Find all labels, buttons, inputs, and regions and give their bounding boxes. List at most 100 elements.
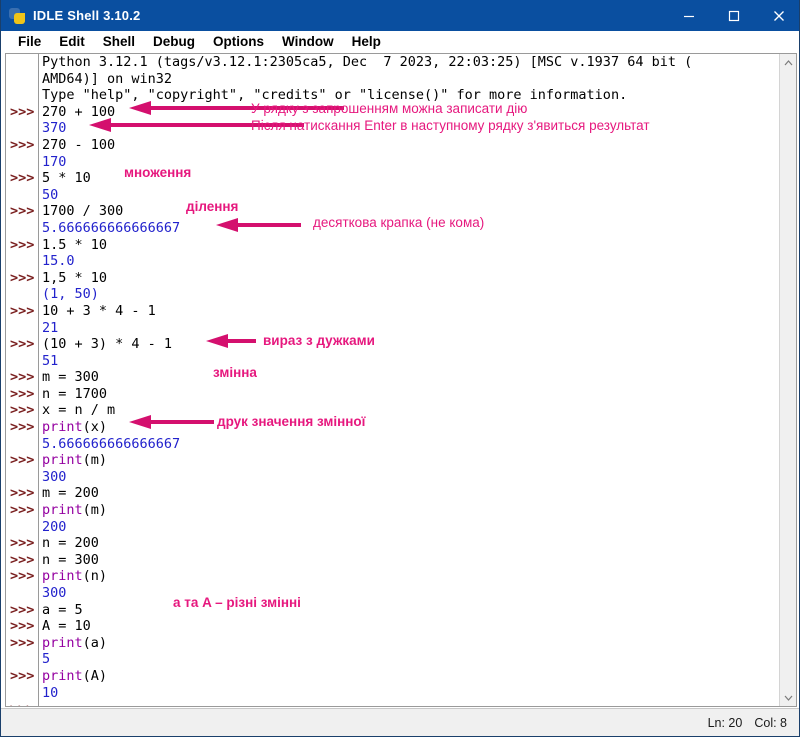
prompt-marker: >>> <box>10 667 35 684</box>
status-line-number: Ln: 20 <box>707 715 743 730</box>
window-title: IDLE Shell 3.10.2 <box>33 8 141 23</box>
shell-output-text: 21 <box>42 319 59 336</box>
title-bar: IDLE Shell 3.10.2 <box>1 0 799 31</box>
shell-line: >>> 1,5 * 10 <box>6 270 780 287</box>
shell-line: >>> 270 + 100 <box>6 104 780 121</box>
prompt-marker: >>> <box>10 170 35 187</box>
prompt-marker: >>> <box>10 203 35 220</box>
banner-text: AMD64)] on win32 <box>42 70 173 87</box>
prompt-marker: >>> <box>10 269 35 286</box>
shell-input-text: a = 5 <box>42 601 83 618</box>
shell-output-text: 5.666666666666667 <box>42 435 181 452</box>
menu-file[interactable]: File <box>9 33 50 51</box>
shell-input-text: n = 1700 <box>42 385 108 402</box>
shell-input-text: A = 10 <box>42 618 91 635</box>
shell-output-text: 5.666666666666667 <box>42 219 181 236</box>
shell-input-text: 10 + 3 * 4 - 1 <box>42 302 156 319</box>
prompt-marker: >>> <box>10 551 35 568</box>
shell-line: >>> 1700 / 300 <box>6 203 780 220</box>
prompt-marker: >>> <box>10 302 35 319</box>
vertical-scrollbar[interactable] <box>779 54 796 706</box>
prompt-marker: >>> <box>10 369 35 386</box>
shell-line-list: Python 3.12.1 (tags/v3.12.1:2305ca5, Dec… <box>6 54 780 706</box>
shell-line: 5 <box>6 651 780 668</box>
shell-line: >>> <box>6 701 780 706</box>
shell-line: Python 3.12.1 (tags/v3.12.1:2305ca5, Dec… <box>6 54 780 71</box>
shell-output-text: 10 <box>42 684 59 701</box>
shell-input-text: print(n) <box>42 568 107 585</box>
shell-text-area[interactable]: Python 3.12.1 (tags/v3.12.1:2305ca5, Dec… <box>5 53 797 707</box>
shell-line: >>> (10 + 3) * 4 - 1 <box>6 336 780 353</box>
call-arguments: (x) <box>82 419 108 436</box>
menu-options[interactable]: Options <box>204 33 273 51</box>
call-arguments: (A) <box>82 667 108 684</box>
shell-line: Type "help", "copyright", "credits" or "… <box>6 87 780 104</box>
shell-line: >>> x = n / m <box>6 402 780 419</box>
menu-edit[interactable]: Edit <box>50 33 94 51</box>
menu-help[interactable]: Help <box>343 33 390 51</box>
shell-line: >>> n = 300 <box>6 552 780 569</box>
builtin-keyword: print <box>42 452 83 469</box>
shell-line: 51 <box>6 353 780 370</box>
call-arguments: (a) <box>82 634 108 651</box>
builtin-keyword: print <box>42 568 83 585</box>
menu-shell[interactable]: Shell <box>94 33 144 51</box>
shell-line: AMD64)] on win32 <box>6 71 780 88</box>
call-arguments: (m) <box>82 502 108 519</box>
prompt-marker: >>> <box>10 568 35 585</box>
idle-shell-window: IDLE Shell 3.10.2 File Edit Shell Debug … <box>0 0 800 737</box>
shell-output-text: 5 <box>42 651 51 668</box>
shell-output-text: (1, 50) <box>42 286 99 303</box>
menu-window[interactable]: Window <box>273 33 343 51</box>
prompt-marker: >>> <box>10 103 35 120</box>
shell-line: 10 <box>6 685 780 702</box>
shell-line: >>> 1.5 * 10 <box>6 237 780 254</box>
menu-debug[interactable]: Debug <box>144 33 204 51</box>
shell-input-text: x = n / m <box>42 402 116 419</box>
call-arguments: (m) <box>82 452 108 469</box>
prompt-marker: >>> <box>6 701 36 706</box>
shell-input-text: 270 + 100 <box>42 103 116 120</box>
shell-input-text: print(m) <box>42 452 107 469</box>
shell-input-text: 1.5 * 10 <box>42 236 108 253</box>
shell-output-text: 200 <box>42 518 67 535</box>
minimize-button[interactable] <box>666 0 711 31</box>
scroll-down-icon[interactable] <box>780 689 796 706</box>
shell-line: 200 <box>6 519 780 536</box>
shell-content[interactable]: Python 3.12.1 (tags/v3.12.1:2305ca5, Dec… <box>6 54 780 706</box>
prompt-marker: >>> <box>10 402 35 419</box>
shell-line: >>> n = 200 <box>6 535 780 552</box>
status-column-number: Col: 8 <box>754 715 787 730</box>
shell-output-text: 300 <box>42 468 67 485</box>
status-bar: Ln: 20 Col: 8 <box>1 708 799 736</box>
prompt-marker: >>> <box>10 485 35 502</box>
shell-line: >>> 5 * 10 <box>6 170 780 187</box>
shell-line: >>> print(n) <box>6 568 780 585</box>
prompt-marker: >>> <box>10 502 35 519</box>
shell-line: >>> m = 300 <box>6 369 780 386</box>
shell-output-text: 51 <box>42 352 59 369</box>
prompt-marker: >>> <box>10 452 35 469</box>
shell-line: >>> m = 200 <box>6 485 780 502</box>
banner-text: Python 3.12.1 (tags/v3.12.1:2305ca5, Dec… <box>42 54 693 70</box>
shell-line: 300 <box>6 585 780 602</box>
shell-line: >>> n = 1700 <box>6 386 780 403</box>
banner-text: Type "help", "copyright", "credits" or "… <box>42 87 628 104</box>
shell-line: 300 <box>6 469 780 486</box>
shell-line: >>> a = 5 <box>6 602 780 619</box>
shell-line: 50 <box>6 187 780 204</box>
shell-line: 21 <box>6 320 780 337</box>
shell-output-text: 170 <box>42 153 67 170</box>
prompt-marker: >>> <box>10 136 35 153</box>
shell-input-text: n = 200 <box>42 535 99 552</box>
shell-line: 370 <box>6 120 780 137</box>
shell-input-text: print(a) <box>42 635 107 652</box>
shell-line: >>> 10 + 3 * 4 - 1 <box>6 303 780 320</box>
python-idle-icon <box>8 7 26 25</box>
scroll-up-icon[interactable] <box>780 54 796 71</box>
maximize-button[interactable] <box>711 0 756 31</box>
close-button[interactable] <box>756 0 799 31</box>
shell-input-text: n = 300 <box>42 551 99 568</box>
shell-line: >>> print(A) <box>6 668 780 685</box>
shell-input-text: print(m) <box>42 502 107 519</box>
